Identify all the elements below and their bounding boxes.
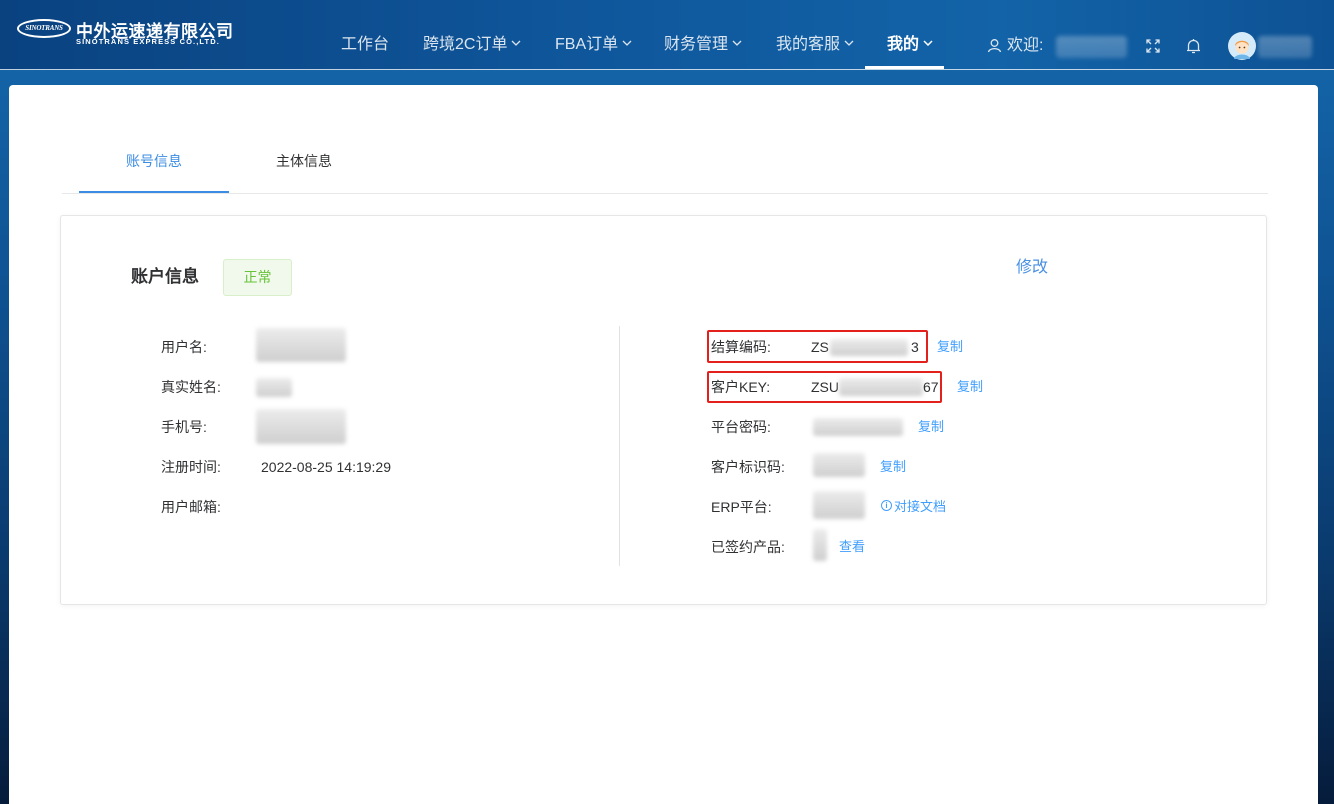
nav-item-label: 我的: [887, 36, 920, 53]
copy-customer-key-button[interactable]: 复制: [957, 377, 983, 397]
nav-item-cross-border-2c-orders[interactable]: 跨境2C订单: [423, 0, 521, 69]
company-name-en: SINOTRANS EXPRESS CO.,LTD.: [76, 37, 220, 46]
redacted-value: [813, 491, 865, 519]
status-badge: 正常: [223, 259, 292, 296]
redacted-value: [813, 453, 865, 477]
active-nav-indicator: [865, 66, 944, 69]
tab-label: 账号信息: [126, 153, 182, 169]
link-label: 对接文档: [894, 499, 947, 514]
redacted-value: [813, 529, 827, 561]
redacted-value: [813, 418, 903, 436]
tab-account-info[interactable]: 账号信息: [79, 148, 229, 194]
welcome-label: 欢迎:: [1007, 37, 1044, 54]
nav-item-fba-orders[interactable]: FBA订单: [555, 0, 632, 69]
highlight-box-customer-key: [707, 371, 942, 403]
field-label: 平台密码:: [711, 419, 771, 435]
tab-label: 主体信息: [276, 153, 332, 169]
copy-settlement-code-button[interactable]: 复制: [937, 337, 963, 357]
nav-item-label: 工作台: [341, 36, 390, 53]
chevron-down-icon: [844, 40, 854, 46]
copy-customer-identifier-button[interactable]: 复制: [880, 457, 906, 477]
chevron-down-icon: [923, 40, 933, 46]
nav-item-finance[interactable]: 财务管理: [664, 0, 742, 69]
view-signed-products-button[interactable]: 查看: [839, 537, 865, 557]
section-title: 账户信息: [131, 267, 199, 286]
chevron-down-icon: [622, 40, 632, 46]
field-label: 客户标识码:: [711, 459, 785, 475]
chevron-down-icon: [512, 40, 521, 46]
user-icon: [987, 39, 1002, 53]
tab-entity-info[interactable]: 主体信息: [229, 148, 379, 194]
integration-docs-link[interactable]: i 对接文档: [881, 497, 946, 517]
main-content: 账号信息 主体信息 账户信息 正常 修改 用户名: 真实姓名: 手机号: 注册时…: [9, 85, 1318, 804]
tab-divider: [62, 193, 1268, 194]
username-redacted: [1056, 36, 1127, 58]
nav-item-label: 财务管理: [664, 36, 729, 53]
bell-icon[interactable]: [1186, 38, 1201, 55]
highlight-box-settlement-code: [707, 330, 928, 363]
nav-item-label: FBA订单: [555, 36, 619, 53]
nav-item-customer-service[interactable]: 我的客服: [776, 0, 854, 69]
chevron-down-icon: [732, 40, 742, 46]
field-signed-products: 已签约产品: 查看: [61, 529, 1266, 561]
field-settlement-code: 结算编码: ZS 3 复制: [61, 337, 1266, 357]
nav-item-label: 跨境2C订单: [423, 36, 508, 53]
account-info-card: 账户信息 正常 修改 用户名: 真实姓名: 手机号: 注册时间: 2022-08…: [60, 215, 1267, 605]
top-nav-bar: SINOTRANS 中外运速递有限公司 SINOTRANS EXPRESS CO…: [0, 0, 1334, 70]
column-divider: [619, 326, 620, 566]
nav-item-label: 我的客服: [776, 36, 841, 53]
field-customer-key: 客户KEY: ZSU 67 复制: [61, 377, 1266, 397]
field-label: 已签约产品:: [711, 539, 785, 555]
edit-button[interactable]: 修改: [1016, 257, 1048, 279]
copy-platform-password-button[interactable]: 复制: [918, 417, 944, 437]
field-platform-password: 平台密码: 复制: [61, 417, 1266, 437]
nav-item-mine[interactable]: 我的: [887, 0, 933, 69]
field-label: ERP平台:: [711, 499, 772, 515]
info-icon: i: [881, 500, 892, 512]
fullscreen-icon[interactable]: [1146, 39, 1160, 53]
account-name-redacted: [1258, 36, 1312, 58]
logo-emblem: SINOTRANS: [17, 19, 71, 38]
nav-item-workbench[interactable]: 工作台: [341, 0, 389, 69]
field-erp-platform: ERP平台: i 对接文档: [61, 491, 1266, 519]
avatar[interactable]: [1228, 32, 1256, 60]
field-customer-identifier: 客户标识码: 复制: [61, 453, 1266, 477]
